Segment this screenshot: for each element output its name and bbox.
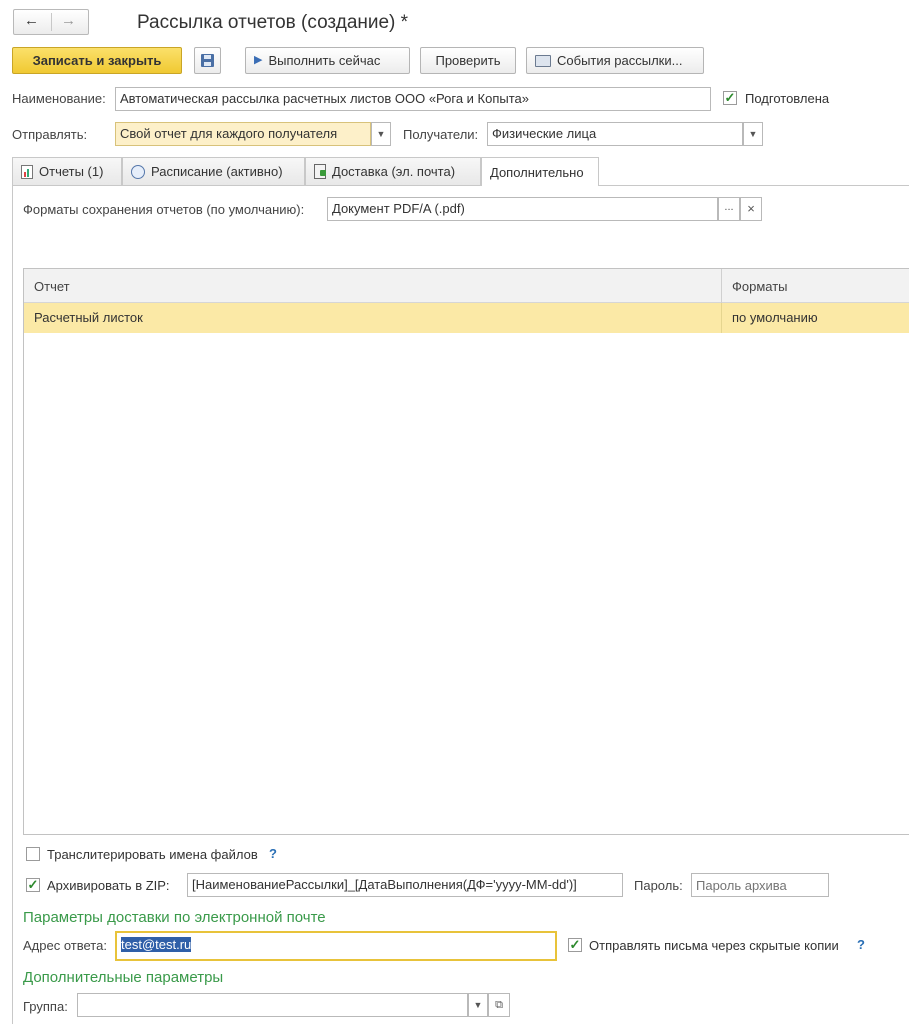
events-log-icon bbox=[535, 54, 551, 67]
reply-address-label: Адрес ответа: bbox=[23, 938, 107, 953]
recipients-select[interactable]: Физические лица bbox=[487, 122, 743, 146]
tab-reports[interactable]: Отчеты (1) bbox=[12, 157, 122, 185]
floppy-disk-icon bbox=[201, 54, 214, 67]
reply-address-value: test@test.ru bbox=[121, 937, 192, 952]
transliterate-checkbox[interactable] bbox=[26, 847, 40, 861]
password-label: Пароль: bbox=[634, 878, 683, 893]
group-input[interactable] bbox=[77, 993, 468, 1017]
save-and-close-button[interactable]: Записать и закрыть bbox=[12, 47, 182, 74]
transliterate-label: Транслитерировать имена файлов bbox=[47, 847, 258, 862]
extra-section-title: Дополнительные параметры bbox=[23, 969, 224, 986]
send-mode-dropdown-icon[interactable]: ▼ bbox=[371, 122, 391, 146]
send-label: Отправлять: bbox=[12, 127, 88, 142]
tab-additional[interactable]: Дополнительно bbox=[481, 157, 599, 186]
clipboard-icon bbox=[314, 164, 326, 179]
row-divider bbox=[721, 303, 722, 333]
back-arrow-icon[interactable]: ← bbox=[24, 12, 39, 29]
clock-icon bbox=[131, 164, 145, 179]
bcc-help-icon[interactable]: ? bbox=[857, 937, 865, 952]
table-header: Отчет Форматы bbox=[24, 269, 909, 303]
prepared-label: Подготовлена bbox=[745, 91, 830, 106]
check-button[interactable]: Проверить bbox=[420, 47, 516, 74]
column-header-report[interactable]: Отчет bbox=[34, 279, 70, 295]
forward-arrow-icon[interactable]: → bbox=[61, 12, 76, 29]
column-header-formats[interactable]: Форматы bbox=[732, 279, 788, 295]
run-now-button[interactable]: ▶ Выполнить сейчас bbox=[245, 47, 410, 74]
nav-divider bbox=[51, 13, 52, 31]
name-input[interactable]: Автоматическая рассылка расчетных листов… bbox=[115, 87, 711, 111]
tab-delivery-label: Доставка (эл. почта) bbox=[332, 164, 456, 179]
formats-label: Форматы сохранения отчетов (по умолчанию… bbox=[23, 202, 305, 217]
tab-schedule-label: Расписание (активно) bbox=[151, 164, 283, 179]
check-label: Проверить bbox=[435, 53, 501, 68]
prepared-checkbox[interactable]: ✓ bbox=[723, 91, 737, 105]
table-row[interactable]: Расчетный листок по умолчанию bbox=[24, 303, 909, 333]
group-dropdown-icon[interactable]: ▼ bbox=[468, 993, 488, 1017]
row-report-name: Расчетный листок bbox=[34, 310, 143, 325]
save-and-close-label: Записать и закрыть bbox=[32, 53, 162, 68]
nav-group: ← → bbox=[13, 9, 89, 35]
tab-reports-label: Отчеты (1) bbox=[39, 164, 104, 179]
tab-schedule[interactable]: Расписание (активно) bbox=[122, 157, 305, 185]
save-button[interactable] bbox=[194, 47, 221, 74]
window-title: Рассылка отчетов (создание) * bbox=[137, 12, 409, 33]
run-arrow-icon: ▶ bbox=[254, 54, 263, 66]
run-now-label: Выполнить сейчас bbox=[268, 53, 381, 68]
tab-additional-label: Дополнительно bbox=[490, 164, 584, 180]
archive-password-input[interactable] bbox=[691, 873, 829, 897]
mailing-events-label: События рассылки... bbox=[557, 53, 683, 68]
recipients-label: Получатели: bbox=[403, 127, 479, 142]
email-section-title: Параметры доставки по электронной почте bbox=[23, 909, 326, 926]
transliterate-help-icon[interactable]: ? bbox=[269, 846, 277, 861]
formats-select-button[interactable]: ... bbox=[718, 197, 740, 221]
formats-input[interactable]: Документ PDF/A (.pdf) bbox=[327, 197, 718, 221]
send-mode-select[interactable]: Свой отчет для каждого получателя bbox=[115, 122, 371, 146]
group-label: Группа: bbox=[23, 999, 68, 1014]
row-formats: по умолчанию bbox=[732, 310, 818, 325]
reply-address-input[interactable]: test@test.ru bbox=[115, 931, 557, 961]
archive-name-template-input[interactable]: [НаименованиеРассылки]_[ДатаВыполнения(Д… bbox=[187, 873, 623, 897]
mailing-events-button[interactable]: События рассылки... bbox=[526, 47, 704, 74]
bcc-checkbox[interactable]: ✓ bbox=[568, 938, 582, 952]
bcc-label: Отправлять письма через скрытые копии bbox=[589, 938, 839, 953]
column-divider bbox=[721, 269, 722, 303]
recipients-dropdown-icon[interactable]: ▼ bbox=[743, 122, 763, 146]
name-label: Наименование: bbox=[12, 91, 106, 106]
archive-checkbox[interactable]: ✓ bbox=[26, 878, 40, 892]
tab-delivery[interactable]: Доставка (эл. почта) bbox=[305, 157, 481, 185]
formats-clear-button[interactable]: × bbox=[740, 197, 762, 221]
report-icon bbox=[21, 164, 33, 179]
reports-table: Отчет Форматы Расчетный листок по умолча… bbox=[23, 268, 909, 835]
archive-label: Архивировать в ZIP: bbox=[47, 878, 170, 893]
group-open-icon[interactable]: ⧉ bbox=[488, 993, 510, 1017]
